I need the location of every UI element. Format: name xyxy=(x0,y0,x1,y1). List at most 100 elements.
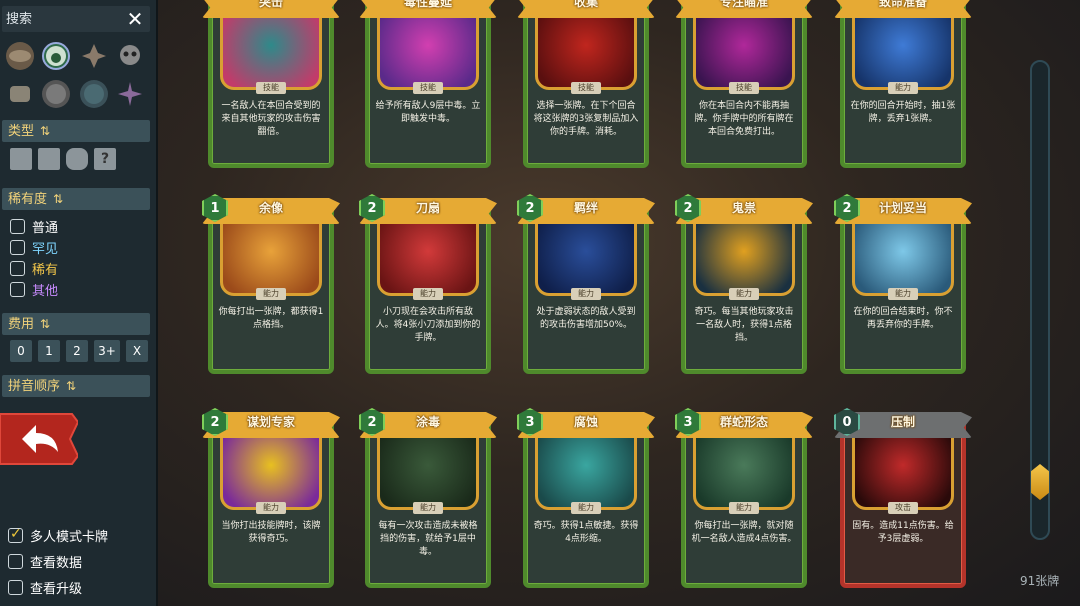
card[interactable]: 羁绊 2 能力 处于虚弱状态的敌人受到的攻击伤害增加50%。 xyxy=(517,194,655,374)
rarity-other-checkbox[interactable] xyxy=(10,281,25,297)
card-description: 处于虚弱状态的敌人受到的攻击伤害增加50%。 xyxy=(536,307,636,330)
card[interactable]: 余像 1 能力 你每打出一张牌，都获得1点格挡。 xyxy=(202,194,340,374)
colorless-icon[interactable] xyxy=(42,80,70,108)
rarity-rare-option[interactable]: 稀有 xyxy=(10,258,58,278)
card[interactable]: 收集 技能 选择一张牌。在下个回合将这张牌的3张复制品加入你的手牌。消耗。 xyxy=(517,0,655,168)
card-art xyxy=(535,8,637,90)
undo-arrow-icon xyxy=(0,413,80,465)
card[interactable]: 鬼祟 2 能力 奇巧。每当其他玩家攻击一名敌人时，获得1点格挡。 xyxy=(675,194,813,374)
regent-icon[interactable] xyxy=(6,80,34,108)
back-button[interactable] xyxy=(0,410,80,468)
type-section-header[interactable]: 类型 ⇅ xyxy=(2,120,150,142)
card-art xyxy=(852,214,954,296)
card-description: 小刀现在会攻击所有敌人。将4张小刀添加到你的手牌。 xyxy=(375,307,481,343)
card-type-tag: 技能 xyxy=(413,82,443,94)
skill-type-icon[interactable] xyxy=(38,148,60,170)
card-type-tag: 技能 xyxy=(571,82,601,94)
card-description: 奇巧。每当其他玩家攻击一名敌人时，获得1点格挡。 xyxy=(694,307,794,343)
card-description: 你每打出一张牌，就对随机一名敌人造成4点伤害。 xyxy=(691,521,797,544)
card[interactable]: 群蛇形态 3 能力 你每打出一张牌，就对随机一名敌人造成4点伤害。 xyxy=(675,408,813,588)
card[interactable]: 涂毒 2 能力 每有一次攻击造成未被格挡的伤害，就给予1层中毒。 xyxy=(359,408,497,588)
ironclad-icon[interactable] xyxy=(6,42,34,70)
rarity-common-option[interactable]: 普通 xyxy=(10,216,58,236)
card[interactable]: 计划妥当 2 能力 在你的回合结束时，你不再丢弃你的手牌。 xyxy=(834,194,972,374)
cost-1-button[interactable]: 1 xyxy=(38,340,60,362)
card-art xyxy=(852,428,954,510)
multiplayer-cards-checkbox[interactable] xyxy=(8,526,23,543)
pinyin-sort-header[interactable]: 拼音顺序 ⇅ xyxy=(2,375,150,397)
view-stats-checkbox[interactable] xyxy=(8,553,23,569)
card-title: 刀扇 xyxy=(415,201,440,215)
card-description: 在你的回合开始时，抽1张牌，丢弃1张牌。 xyxy=(850,101,956,124)
scrollbar-thumb[interactable] xyxy=(1031,464,1049,500)
card-title: 致命准备 xyxy=(878,0,927,9)
card-description: 每有一次攻击造成未被格挡的伤害，就给予1层中毒。 xyxy=(378,521,478,557)
card-type-tag: 能力 xyxy=(571,288,601,300)
necrobinder-icon[interactable] xyxy=(116,42,144,70)
status-icon[interactable] xyxy=(116,80,144,108)
cost-3plus-button[interactable]: 3+ xyxy=(94,340,120,362)
rarity-common-checkbox[interactable] xyxy=(10,218,25,234)
filter-sidebar: ✕ 类型 ⇅ ? xyxy=(0,0,158,606)
card-description: 给予所有敌人9层中毒。立即触发中毒。 xyxy=(375,101,481,124)
card[interactable]: 毒性蔓延 技能 给予所有敌人9层中毒。立即触发中毒。 xyxy=(359,0,497,168)
card[interactable]: 压制 0 攻击 固有。造成11点伤害。给予3层虚弱。 xyxy=(834,408,972,588)
cost-section-label: 费用 xyxy=(8,317,35,332)
card-art xyxy=(377,8,479,90)
attack-type-icon[interactable] xyxy=(10,148,32,170)
search-input[interactable] xyxy=(6,9,118,29)
rarity-rare-checkbox[interactable] xyxy=(10,260,25,276)
cost-section-header[interactable]: 费用 ⇅ xyxy=(2,313,150,335)
card-art xyxy=(220,8,322,90)
rarity-other-option[interactable]: 其他 xyxy=(10,279,58,299)
cost-x-button[interactable]: X xyxy=(126,340,148,362)
multiplayer-cards-option[interactable]: 多人模式卡牌 xyxy=(8,525,108,545)
power-type-icon[interactable] xyxy=(66,148,88,170)
sort-arrows-icon: ⇅ xyxy=(40,317,51,331)
cost-2-button[interactable]: 2 xyxy=(66,340,88,362)
card-art xyxy=(852,8,954,90)
card-title: 鬼祟 xyxy=(731,201,756,215)
card-description: 固有。造成11点伤害。给予3层虚弱。 xyxy=(852,521,954,544)
cost-0-button[interactable]: 0 xyxy=(10,340,32,362)
close-icon[interactable]: ✕ xyxy=(124,7,146,31)
rarity-section-label: 稀有度 xyxy=(8,192,48,207)
card-description: 奇巧。获得1点敏捷。获得4点形缩。 xyxy=(533,521,639,544)
view-upgrades-label: 查看升级 xyxy=(30,581,83,597)
view-upgrades-checkbox[interactable] xyxy=(8,579,23,595)
card-art xyxy=(220,214,322,296)
card[interactable]: 腐蚀 3 能力 奇巧。获得1点敏捷。获得4点形缩。 xyxy=(517,408,655,588)
view-stats-option[interactable]: 查看数据 xyxy=(8,551,82,571)
rarity-uncommon-checkbox[interactable] xyxy=(10,239,25,255)
search-box[interactable]: ✕ xyxy=(2,6,150,32)
rarity-common-label: 普通 xyxy=(32,220,59,236)
sort-arrows-icon: ⇅ xyxy=(40,124,51,138)
card-title: 腐蚀 xyxy=(573,415,598,429)
card[interactable]: 致命准备 能力 在你的回合开始时，抽1张牌，丢弃1张牌。 xyxy=(834,0,972,168)
card-type-tag: 能力 xyxy=(571,502,601,514)
other-type-icon[interactable]: ? xyxy=(94,148,116,170)
card-type-tag: 能力 xyxy=(256,288,286,300)
card-type-tag: 能力 xyxy=(413,502,443,514)
type-section-label: 类型 xyxy=(8,124,35,139)
silent-icon[interactable] xyxy=(42,42,70,70)
defect-icon[interactable] xyxy=(80,42,108,70)
rarity-rare-label: 稀有 xyxy=(32,262,59,278)
card-type-tag: 技能 xyxy=(256,82,286,94)
card[interactable]: 刀扇 2 能力 小刀现在会攻击所有敌人。将4张小刀添加到你的手牌。 xyxy=(359,194,497,374)
card-type-tag: 攻击 xyxy=(888,502,918,514)
card-art xyxy=(535,214,637,296)
card[interactable]: 谋划专家 2 能力 当你打出技能牌时，该牌获得奇巧。 xyxy=(202,408,340,588)
curse-icon[interactable] xyxy=(80,80,108,108)
card-title: 压制 xyxy=(890,415,915,429)
rarity-uncommon-option[interactable]: 罕见 xyxy=(10,237,58,257)
type-filter-row: ? xyxy=(10,148,150,172)
card-description: 当你打出技能牌时，该牌获得奇巧。 xyxy=(221,521,321,544)
card-description: 选择一张牌。在下个回合将这张牌的3张复制品加入你的手牌。消耗。 xyxy=(533,101,639,137)
rarity-section-header[interactable]: 稀有度 ⇅ xyxy=(2,188,150,210)
card[interactable]: 专注瞄准 技能 你在本回合内不能再抽牌。你手牌中的所有牌在本回合免费打出。 xyxy=(675,0,813,168)
view-upgrades-option[interactable]: 查看升级 xyxy=(8,577,82,597)
card[interactable]: 突击 技能 一名敌人在本回合受到的来自其他玩家的攻击伤害翻倍。 xyxy=(202,0,340,168)
card-description: 你每打出一张牌，都获得1点格挡。 xyxy=(218,307,324,330)
view-stats-label: 查看数据 xyxy=(30,555,83,571)
